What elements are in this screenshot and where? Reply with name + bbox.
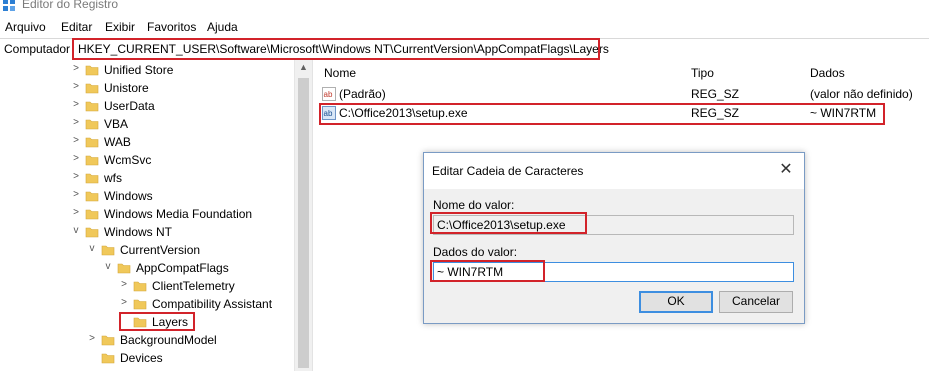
value-name: (Padrão)	[339, 87, 386, 101]
menu-ajuda[interactable]: Ajuda	[207, 20, 238, 34]
title-bar	[0, 0, 929, 16]
tree-item-label: Compatibility Assistant	[152, 297, 273, 311]
chevron-right-icon[interactable]: >	[71, 207, 81, 219]
registry-app-icon	[3, 0, 15, 11]
close-icon[interactable]: ✕	[776, 160, 796, 180]
tree-item-label: Windows NT	[104, 225, 173, 239]
column-header-type[interactable]: Tipo	[691, 66, 714, 80]
folder-icon	[85, 137, 99, 148]
chevron-right-icon[interactable]: >	[71, 189, 81, 201]
folder-icon	[85, 101, 99, 112]
folder-icon	[101, 335, 115, 346]
tree-line-icon	[87, 351, 97, 363]
folder-icon	[85, 191, 99, 202]
tree-item-label: UserData	[104, 99, 155, 113]
folder-icon	[85, 119, 99, 130]
chevron-right-icon[interactable]: >	[119, 279, 129, 291]
chevron-right-icon[interactable]: >	[71, 63, 81, 75]
column-header-data[interactable]: Dados	[810, 66, 845, 80]
chevron-right-icon[interactable]: >	[87, 333, 97, 345]
highlight-row-box	[319, 103, 885, 125]
ok-button[interactable]: OK	[639, 291, 713, 313]
tree-item-label: ClientTelemetry	[152, 279, 235, 293]
folder-icon	[85, 83, 99, 94]
scroll-up-icon[interactable]: ▲	[295, 62, 312, 72]
svg-text:ab: ab	[324, 90, 333, 99]
folder-icon	[101, 245, 115, 256]
menu-arquivo[interactable]: Arquivo	[5, 20, 46, 34]
highlight-address-box	[72, 38, 600, 60]
folder-icon	[85, 155, 99, 166]
folder-icon	[117, 263, 131, 274]
tree-item-label: AppCompatFlags	[136, 261, 229, 275]
tree-item-label: Devices	[120, 351, 163, 365]
value-data-label: Dados do valor:	[433, 245, 518, 259]
highlight-layers-box	[119, 312, 195, 331]
tree-item-label: Unified Store	[104, 63, 174, 77]
tree-item-label: CurrentVersion	[120, 243, 201, 257]
menu-favoritos[interactable]: Favoritos	[147, 20, 196, 34]
tree-item-label: Windows	[104, 189, 153, 203]
chevron-down-icon[interactable]: v	[87, 243, 97, 255]
menu-editar[interactable]: Editar	[61, 20, 92, 34]
highlight-data-box	[430, 260, 545, 282]
column-header-name[interactable]: Nome	[324, 66, 356, 80]
chevron-right-icon[interactable]: >	[71, 117, 81, 129]
value-name-label: Nome do valor:	[433, 198, 515, 212]
string-value-icon: ab	[322, 87, 336, 101]
highlight-name-box	[430, 212, 587, 234]
menu-bar	[0, 17, 929, 37]
tree-item-label: WcmSvc	[104, 153, 152, 167]
cancel-button[interactable]: Cancelar	[719, 291, 793, 313]
chevron-right-icon[interactable]: >	[71, 135, 81, 147]
folder-icon	[85, 227, 99, 238]
chevron-right-icon[interactable]: >	[71, 99, 81, 111]
tree-item-label: WAB	[104, 135, 131, 149]
folder-icon	[85, 65, 99, 76]
menu-exibir[interactable]: Exibir	[105, 20, 135, 34]
scroll-thumb[interactable]	[298, 78, 309, 368]
tree-item-label: Unistore	[104, 81, 149, 95]
chevron-right-icon[interactable]: >	[71, 81, 81, 93]
chevron-right-icon[interactable]: >	[71, 171, 81, 183]
folder-icon	[85, 173, 99, 184]
tree-scrollbar[interactable]: ▲	[294, 60, 312, 371]
chevron-down-icon[interactable]: v	[103, 261, 113, 273]
edit-string-dialog: Editar Cadeia de Caracteres ✕ Nome do va…	[423, 152, 805, 324]
chevron-right-icon[interactable]: >	[119, 297, 129, 309]
address-prefix: Computador	[4, 42, 71, 56]
value-data: (valor não definido)	[810, 87, 913, 101]
chevron-right-icon[interactable]: >	[71, 153, 81, 165]
folder-icon	[133, 281, 147, 292]
tree-item-label: VBA	[104, 117, 129, 131]
folder-icon	[133, 299, 147, 310]
window-title: Editor do Registro	[22, 0, 119, 11]
tree-item-label: Windows Media Foundation	[104, 207, 253, 221]
chevron-down-icon[interactable]: v	[71, 225, 81, 237]
dialog-title: Editar Cadeia de Caracteres	[432, 164, 584, 178]
tree-item-label: BackgroundModel	[120, 333, 217, 347]
value-type: REG_SZ	[691, 87, 740, 101]
folder-icon	[101, 353, 115, 364]
folder-icon	[85, 209, 99, 220]
tree-item-label: wfs	[104, 171, 122, 185]
list-row[interactable]: ab (Padrão) REG_SZ (valor não definido)	[317, 86, 929, 104]
